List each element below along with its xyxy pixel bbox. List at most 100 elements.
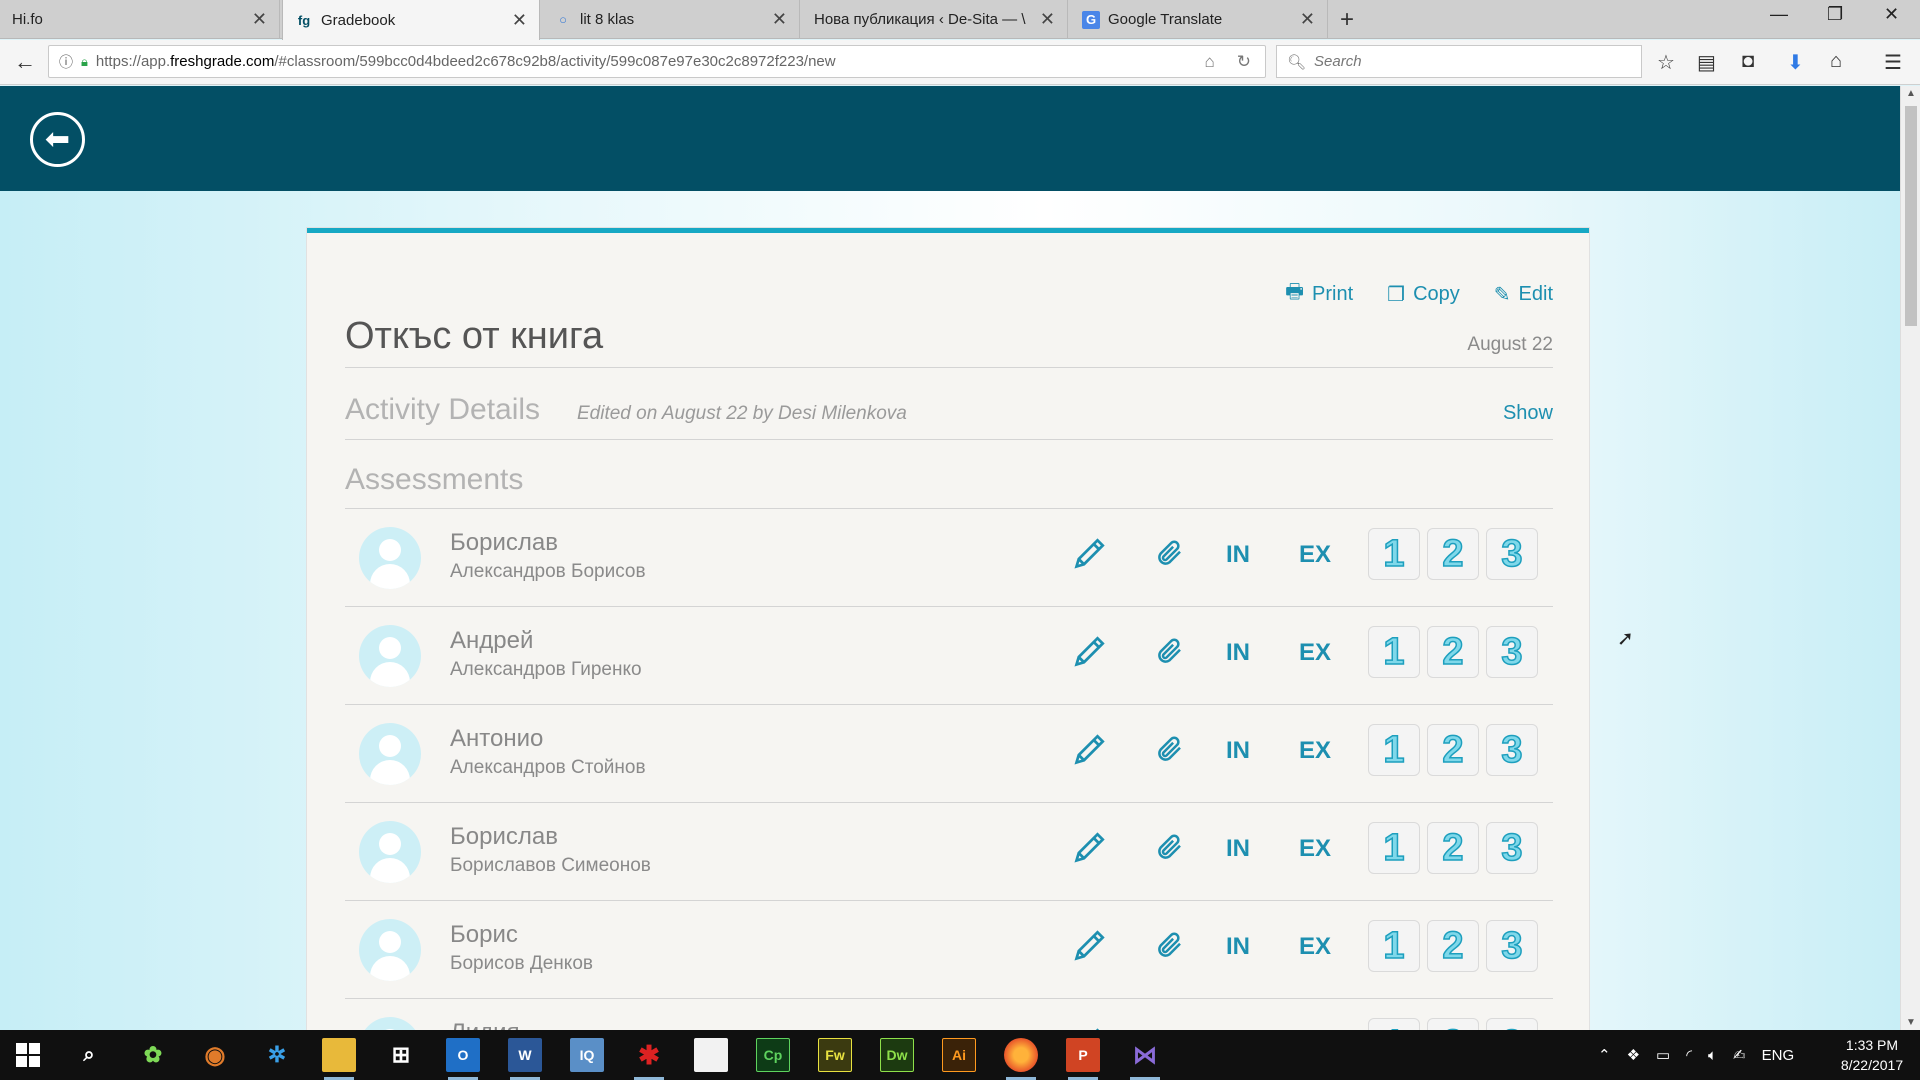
level-1-button[interactable]: 1 [1368,920,1420,972]
file-explorer-icon[interactable] [322,1038,356,1080]
level-1-button[interactable]: 1 [1368,822,1420,874]
word-icon[interactable]: W [508,1038,542,1080]
outlook-icon[interactable]: O [446,1038,480,1080]
exempt-button[interactable]: EX [1287,535,1343,575]
level-2-button[interactable]: 2 [1427,920,1479,972]
level-2-button[interactable]: 2 [1427,1018,1479,1030]
tab-google-translate[interactable]: G Google Translate ✕ [1070,0,1328,39]
edit-button[interactable]: ✎ Edit [1494,277,1553,311]
level-2-button[interactable]: 2 [1427,626,1479,678]
tab-gradebook[interactable]: fg Gradebook ✕ [282,0,540,40]
incomplete-button[interactable]: IN [1213,535,1263,575]
exempt-button[interactable]: EX [1287,633,1343,673]
store-icon[interactable]: ⊞ [384,1038,418,1072]
level-1-button[interactable]: 1 [1368,1018,1420,1030]
media-app-icon[interactable]: ◉ [198,1038,232,1072]
pocket-icon[interactable]: ◘ [1742,50,1754,73]
home-page-icon[interactable]: ⌂ [1204,52,1214,72]
page-scrollbar[interactable]: ▲ ▼ [1900,86,1920,1030]
clock[interactable]: 1:33 PM 8/22/2017 [1832,1035,1912,1075]
iq-app-icon[interactable]: IQ [570,1038,604,1072]
reading-list-icon[interactable]: ▤ [1697,50,1716,75]
back-arrow-icon[interactable]: ← [14,49,36,75]
pencil-icon[interactable] [1070,827,1110,867]
windows-start-icon[interactable] [16,1043,40,1067]
restore-icon[interactable]: ❐ [1827,4,1843,25]
paperclip-icon[interactable] [1150,827,1190,867]
firefox-icon[interactable] [1004,1038,1038,1080]
level-2-button[interactable]: 2 [1427,822,1479,874]
level-1-button[interactable]: 1 [1368,724,1420,776]
level-2-button[interactable]: 2 [1427,724,1479,776]
illustrator-icon[interactable]: Ai [942,1038,976,1072]
close-icon[interactable]: ✕ [1040,9,1055,30]
paperclip-icon[interactable] [1150,631,1190,671]
new-tab-icon[interactable]: + [1340,6,1354,34]
network-app-icon[interactable]: ✲ [260,1038,294,1072]
close-icon[interactable]: ✕ [1300,9,1315,30]
level-1-button[interactable]: 1 [1368,626,1420,678]
window-close-icon[interactable]: ✕ [1884,4,1899,25]
wifi-icon[interactable]: ◜ [1686,1046,1692,1064]
search-input[interactable]: 🔍︎ Search [1276,45,1642,78]
level-3-button[interactable]: 3 [1486,528,1538,580]
minimize-icon[interactable]: — [1770,4,1788,25]
level-3-button[interactable]: 3 [1486,920,1538,972]
reload-icon[interactable]: ↻ [1237,52,1251,72]
print-button[interactable]: 🖶 Print [1285,277,1353,311]
level-1-button[interactable]: 1 [1368,528,1420,580]
volume-icon[interactable]: 🔈︎ [1708,1047,1717,1064]
close-icon[interactable]: ✕ [772,9,787,30]
show-hidden-icons-icon[interactable]: ⌃ [1598,1046,1611,1064]
home-icon[interactable]: ⌂ [1830,50,1842,73]
notepad-icon[interactable] [694,1038,728,1072]
scroll-up-icon[interactable]: ▲ [1906,88,1916,99]
paperclip-icon[interactable] [1150,533,1190,573]
close-icon[interactable]: ✕ [252,9,267,30]
incomplete-button[interactable]: IN [1213,927,1263,967]
scroll-thumb[interactable] [1905,106,1917,326]
copy-button[interactable]: ❐ Copy [1387,277,1460,311]
dropbox-icon[interactable]: ❖ [1627,1046,1640,1064]
level-2-button[interactable]: 2 [1427,528,1479,580]
exempt-button[interactable]: EX [1287,927,1343,967]
visual-studio-icon[interactable]: ⋈ [1128,1038,1162,1080]
level-3-button[interactable]: 3 [1486,724,1538,776]
download-icon[interactable]: ⬇ [1787,50,1804,75]
search-icon[interactable]: ⌕ [72,1038,106,1072]
back-button[interactable]: ⬅ [30,112,85,167]
menu-icon[interactable]: ☰ [1884,50,1902,75]
red-app-icon[interactable]: ✱ [632,1038,666,1080]
level-3-button[interactable]: 3 [1486,1018,1538,1030]
pencil-icon[interactable] [1070,533,1110,573]
language-indicator[interactable]: ENG [1762,1047,1795,1064]
bookmark-star-icon[interactable]: ☆ [1657,50,1675,75]
show-details-link[interactable]: Show [1503,402,1553,425]
pencil-icon[interactable] [1070,631,1110,671]
level-3-button[interactable]: 3 [1486,626,1538,678]
paint-app-icon[interactable]: ✿ [136,1038,170,1072]
exempt-button[interactable]: EX [1287,731,1343,771]
pencil-icon[interactable] [1070,925,1110,965]
info-icon[interactable]: ⓘ [59,52,73,72]
tab-nova-publikacia[interactable]: Нова публикация ‹ De-Sita — \ ✕ [802,0,1068,39]
pen-icon[interactable]: ✍︎ [1733,1046,1746,1064]
exempt-button[interactable]: EX [1287,829,1343,869]
captivate-icon[interactable]: Cp [756,1038,790,1072]
level-3-button[interactable]: 3 [1486,822,1538,874]
battery-icon[interactable]: ▭ [1656,1046,1670,1064]
incomplete-button[interactable]: IN [1213,633,1263,673]
close-icon[interactable]: ✕ [512,10,527,31]
powerpoint-icon[interactable]: P [1066,1038,1100,1080]
tab-lit-8-klas[interactable]: ○ lit 8 klas ✕ [542,0,800,39]
scroll-down-icon[interactable]: ▼ [1906,1017,1916,1028]
pencil-icon[interactable] [1070,1023,1110,1030]
tab-hifo[interactable]: Hi.fo ✕ [0,0,280,39]
address-bar[interactable]: ⓘ 🔒︎ https://app. freshgrade.com/#classro… [48,45,1266,78]
fireworks-icon[interactable]: Fw [818,1038,852,1072]
dreamweaver-icon[interactable]: Dw [880,1038,914,1072]
pencil-icon[interactable] [1070,729,1110,769]
paperclip-icon[interactable] [1150,729,1190,769]
paperclip-icon[interactable] [1150,925,1190,965]
incomplete-button[interactable]: IN [1213,829,1263,869]
